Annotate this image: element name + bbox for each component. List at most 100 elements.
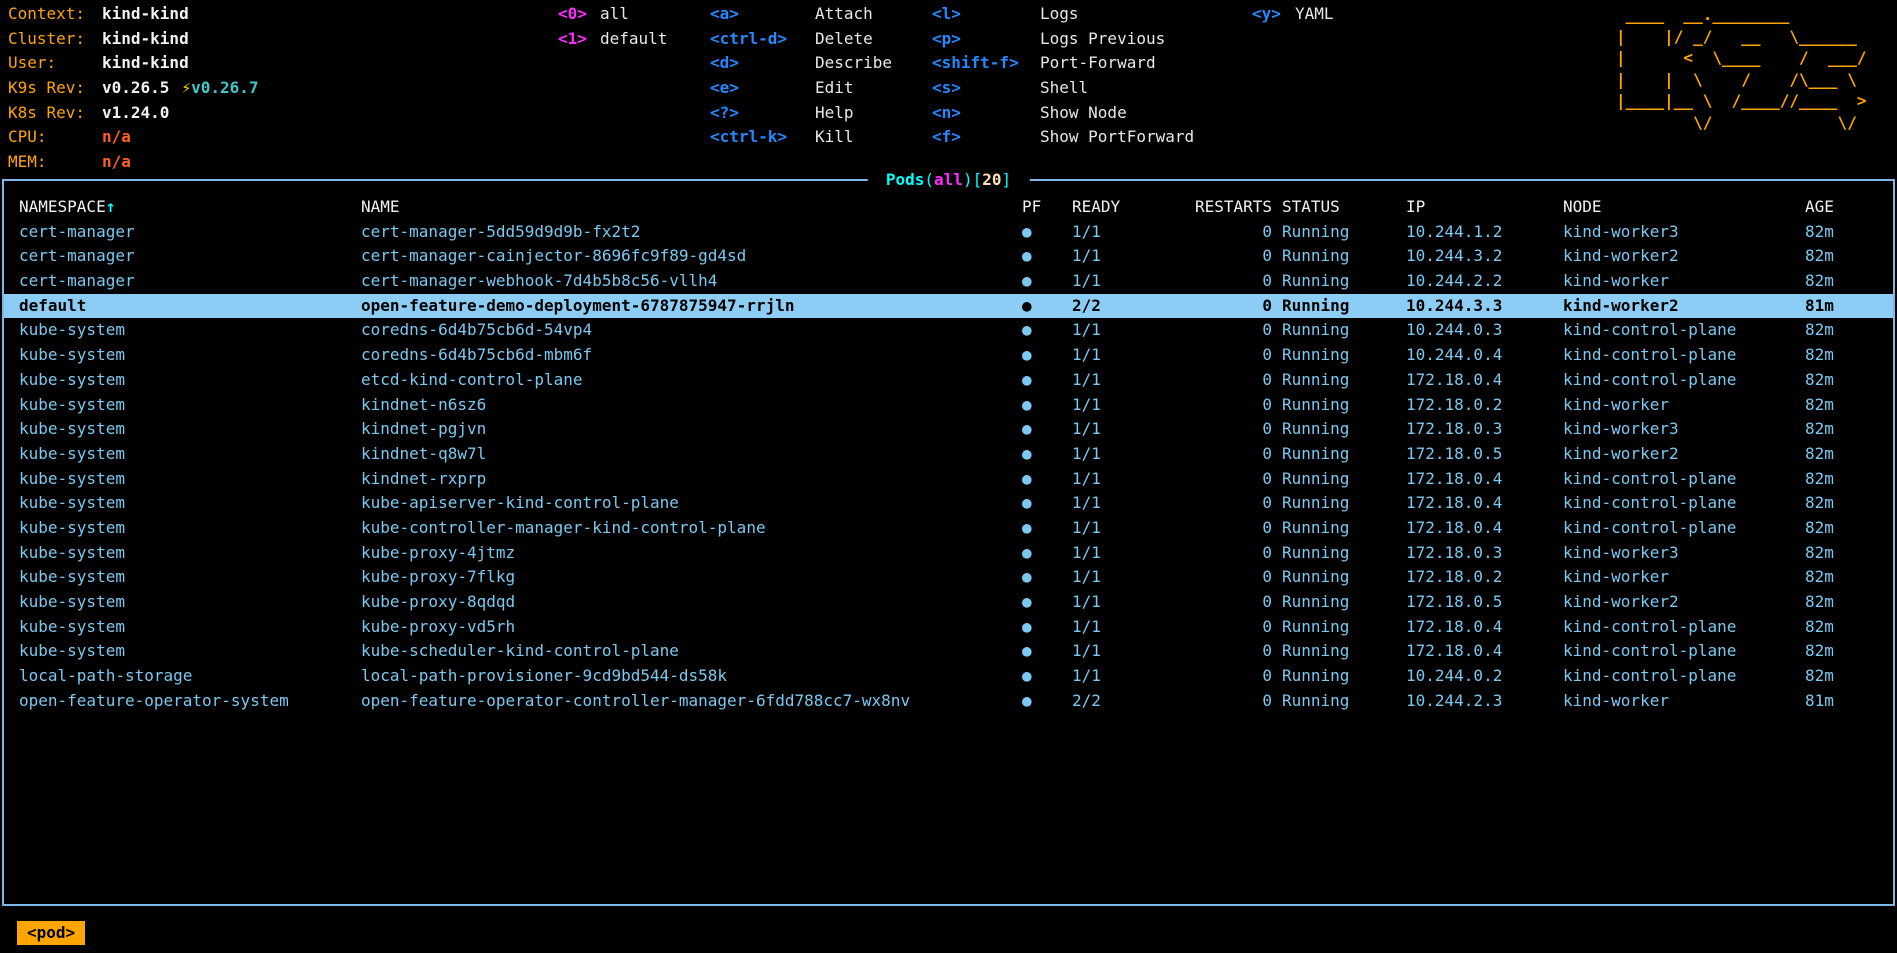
cell-namespace: local-path-storage: [19, 664, 361, 689]
pod-row[interactable]: kube-systemkube-proxy-7flkg●1/10Running1…: [4, 565, 1893, 590]
hotkey-key: <n>: [932, 101, 1040, 126]
cell-ready: 1/1: [1072, 343, 1185, 368]
cell-node: kind-control-plane: [1563, 368, 1805, 393]
hotkey-key: <1>: [558, 27, 600, 52]
cell-node: kind-control-plane: [1563, 639, 1805, 664]
cell-namespace: kube-system: [19, 491, 361, 516]
cell-age: 82m: [1805, 442, 1893, 467]
cell-ip: 172.18.0.4: [1406, 516, 1563, 541]
pod-row[interactable]: cert-managercert-manager-5dd59d9d9b-fx2t…: [4, 220, 1893, 245]
cell-name: kindnet-rxprp: [361, 467, 1022, 492]
pod-row[interactable]: kube-systemkube-apiserver-kind-control-p…: [4, 491, 1893, 516]
cell-restarts: 0: [1185, 368, 1272, 393]
column-header-status: STATUS: [1272, 195, 1406, 220]
cell-node: kind-worker: [1563, 689, 1805, 714]
info-value: n/a: [102, 152, 131, 171]
cell-name: local-path-provisioner-9cd9bd544-ds58k: [361, 664, 1022, 689]
cell-ready: 1/1: [1072, 318, 1185, 343]
cell-namespace: kube-system: [19, 565, 361, 590]
pod-status-dot-icon: ●: [1022, 417, 1072, 442]
info-label: User:: [8, 51, 102, 76]
cell-namespace: kube-system: [19, 318, 361, 343]
pod-row[interactable]: kube-systemetcd-kind-control-plane●1/10R…: [4, 368, 1893, 393]
pod-row[interactable]: kube-systemkube-proxy-4jtmz●1/10Running1…: [4, 541, 1893, 566]
table-title-segment: Pods: [886, 170, 925, 189]
cell-name: coredns-6d4b75cb6d-mbm6f: [361, 343, 1022, 368]
pod-status-dot-icon: ●: [1022, 491, 1072, 516]
cell-ip: 172.18.0.5: [1406, 590, 1563, 615]
pod-row[interactable]: kube-systemkindnet-n6sz6●1/10Running172.…: [4, 393, 1893, 418]
cell-ready: 1/1: [1072, 442, 1185, 467]
cell-ready: 1/1: [1072, 368, 1185, 393]
column-header-label: READY: [1072, 197, 1120, 216]
pod-row[interactable]: kube-systemkube-scheduler-kind-control-p…: [4, 639, 1893, 664]
info-label: CPU:: [8, 125, 102, 150]
cluster-info-row: Cluster:kind-kind: [8, 27, 259, 52]
pod-status-dot-icon: ●: [1022, 516, 1072, 541]
cell-ready: 1/1: [1072, 639, 1185, 664]
cell-restarts: 0: [1185, 417, 1272, 442]
cell-status: Running: [1272, 343, 1406, 368]
pod-row[interactable]: cert-managercert-manager-webhook-7d4b5b8…: [4, 269, 1893, 294]
cell-ready: 1/1: [1072, 590, 1185, 615]
cell-node: kind-control-plane: [1563, 467, 1805, 492]
breadcrumb-pod[interactable]: <pod>: [17, 921, 85, 945]
cell-node: kind-worker: [1563, 393, 1805, 418]
cell-age: 81m: [1805, 689, 1893, 714]
cell-namespace: kube-system: [19, 368, 361, 393]
pod-row[interactable]: local-path-storagelocal-path-provisioner…: [4, 664, 1893, 689]
pod-row[interactable]: kube-systemkindnet-pgjvn●1/10Running172.…: [4, 417, 1893, 442]
pod-row[interactable]: kube-systemkindnet-q8w7l●1/10Running172.…: [4, 442, 1893, 467]
cell-ip: 10.244.0.2: [1406, 664, 1563, 689]
pod-row[interactable]: kube-systemkube-proxy-8qdqd●1/10Running1…: [4, 590, 1893, 615]
cell-restarts: 0: [1185, 664, 1272, 689]
cell-age: 82m: [1805, 615, 1893, 640]
cell-node: kind-control-plane: [1563, 491, 1805, 516]
pod-row[interactable]: kube-systemkindnet-rxprp●1/10Running172.…: [4, 467, 1893, 492]
cell-status: Running: [1272, 269, 1406, 294]
hotkey-key: <d>: [710, 51, 815, 76]
hotkey-item: <y>YAML: [1252, 2, 1334, 27]
info-label: Context:: [8, 2, 102, 27]
pod-row[interactable]: kube-systemcoredns-6d4b75cb6d-mbm6f●1/10…: [4, 343, 1893, 368]
cell-ready: 1/1: [1072, 417, 1185, 442]
pod-row[interactable]: open-feature-operator-systemopen-feature…: [4, 689, 1893, 714]
cell-restarts: 0: [1185, 491, 1272, 516]
cell-ready: 1/1: [1072, 664, 1185, 689]
pod-row[interactable]: kube-systemcoredns-6d4b75cb6d-54vp4●1/10…: [4, 318, 1893, 343]
cell-restarts: 0: [1185, 639, 1272, 664]
cell-restarts: 0: [1185, 318, 1272, 343]
info-label: MEM:: [8, 150, 102, 175]
column-header-age: AGE: [1805, 195, 1893, 220]
pod-row[interactable]: kube-systemkube-proxy-vd5rh●1/10Running1…: [4, 615, 1893, 640]
hotkey-item: <0>all: [558, 2, 667, 27]
cell-age: 81m: [1805, 294, 1893, 319]
cell-restarts: 0: [1185, 269, 1272, 294]
cell-name: cert-manager-webhook-7d4b5b8c56-vllh4: [361, 269, 1022, 294]
cell-ready: 1/1: [1072, 615, 1185, 640]
cell-restarts: 0: [1185, 565, 1272, 590]
cell-namespace: kube-system: [19, 541, 361, 566]
cell-age: 82m: [1805, 417, 1893, 442]
hotkey-label: all: [600, 4, 629, 23]
cell-node: kind-control-plane: [1563, 664, 1805, 689]
action-hotkeys-col2: <l>Logs<p>Logs Previous<shift-f>Port-For…: [932, 2, 1194, 150]
cell-age: 82m: [1805, 343, 1893, 368]
cell-ready: 2/2: [1072, 294, 1185, 319]
column-header-label: IP: [1406, 197, 1425, 216]
cell-age: 82m: [1805, 565, 1893, 590]
hotkey-label: Kill: [815, 127, 854, 146]
pod-row[interactable]: kube-systemkube-controller-manager-kind-…: [4, 516, 1893, 541]
cell-ip: 172.18.0.4: [1406, 368, 1563, 393]
cell-age: 82m: [1805, 393, 1893, 418]
table-body: cert-managercert-manager-5dd59d9d9b-fx2t…: [4, 220, 1893, 714]
pod-status-dot-icon: ●: [1022, 269, 1072, 294]
pod-row[interactable]: cert-managercert-manager-cainjector-8696…: [4, 244, 1893, 269]
hotkey-key: <a>: [710, 2, 815, 27]
cell-ip: 172.18.0.4: [1406, 639, 1563, 664]
pod-row[interactable]: defaultopen-feature-demo-deployment-6787…: [4, 294, 1893, 319]
cell-restarts: 0: [1185, 590, 1272, 615]
table-title-segment: [: [973, 170, 983, 189]
cluster-info: Context:kind-kindCluster:kind-kindUser:k…: [8, 2, 259, 175]
cell-namespace: kube-system: [19, 639, 361, 664]
